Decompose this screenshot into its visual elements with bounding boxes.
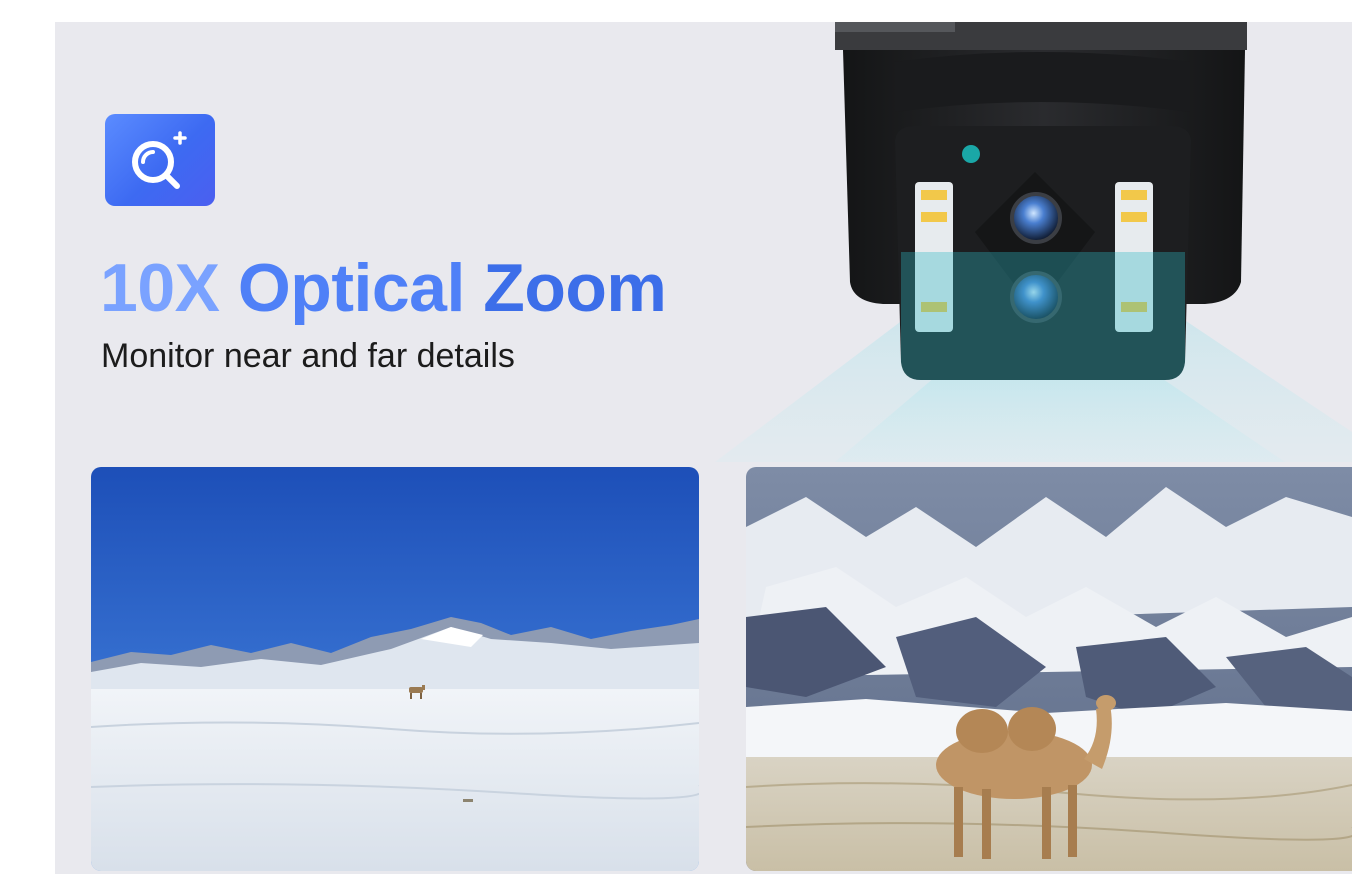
wide-angle-photo xyxy=(91,467,699,871)
feature-banner: 10X Optical Zoom Monitor near and far de… xyxy=(55,22,1352,874)
zoomed-photo xyxy=(746,467,1352,871)
